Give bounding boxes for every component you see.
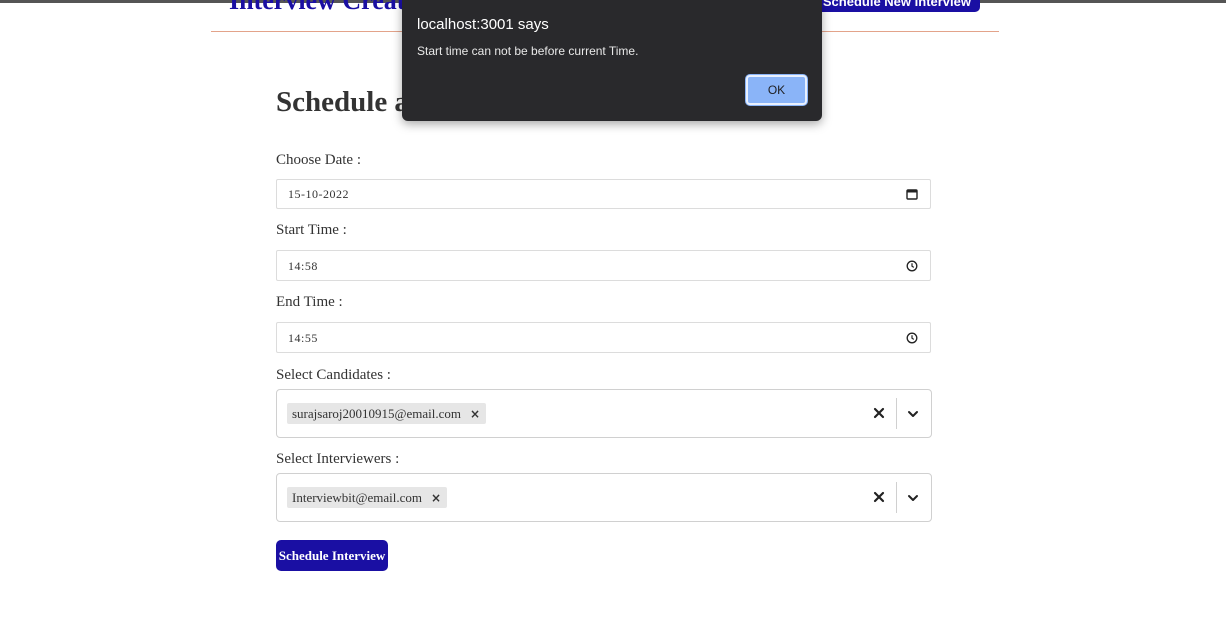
chevron-down-icon[interactable] (907, 409, 919, 419)
schedule-interview-button[interactable]: Schedule Interview (276, 540, 388, 571)
clock-icon[interactable] (906, 332, 918, 344)
alert-ok-button[interactable]: OK (746, 75, 807, 105)
end-time-value: 14:55 (288, 331, 318, 345)
chevron-down-icon[interactable] (907, 493, 919, 503)
indicator-separator (896, 482, 897, 513)
candidates-label: Select Candidates : (276, 367, 391, 383)
alert-title: localhost:3001 says (417, 16, 549, 33)
start-time-value: 14:58 (288, 259, 318, 273)
date-label: Choose Date : (276, 152, 361, 168)
indicator-separator (896, 398, 897, 429)
candidate-chip: surajsaroj20010915@email.com × (287, 403, 487, 424)
interviewer-chip-label: Interviewbit@email.com (292, 489, 423, 505)
candidate-chip-label: surajsaroj20010915@email.com (292, 405, 462, 421)
close-icon[interactable] (872, 406, 886, 420)
calendar-icon[interactable] (906, 188, 918, 200)
start-time-input[interactable]: 14:58 (276, 250, 931, 281)
end-time-input[interactable]: 14:55 (276, 322, 931, 353)
close-icon[interactable] (872, 490, 886, 504)
end-time-label: End Time : (276, 294, 343, 310)
candidates-select[interactable]: surajsaroj20010915@email.com × (276, 389, 932, 438)
interviewer-chip: Interviewbit@email.com × (287, 487, 448, 508)
date-value: 15-10-2022 (288, 187, 349, 201)
remove-chip-icon[interactable]: × (470, 407, 480, 421)
alert-message: Start time can not be before current Tim… (417, 44, 639, 58)
schedule-new-interview-button[interactable]: Schedule New Interview (813, 0, 980, 12)
start-time-label: Start Time : (276, 222, 347, 238)
interviewers-select[interactable]: Interviewbit@email.com × (276, 473, 932, 522)
alert-dialog: localhost:3001 says Start time can not b… (402, 0, 822, 121)
clock-icon[interactable] (906, 260, 918, 272)
date-input[interactable]: 15-10-2022 (276, 179, 931, 209)
remove-chip-icon[interactable]: × (431, 491, 441, 505)
interviewers-label: Select Interviewers : (276, 451, 400, 467)
